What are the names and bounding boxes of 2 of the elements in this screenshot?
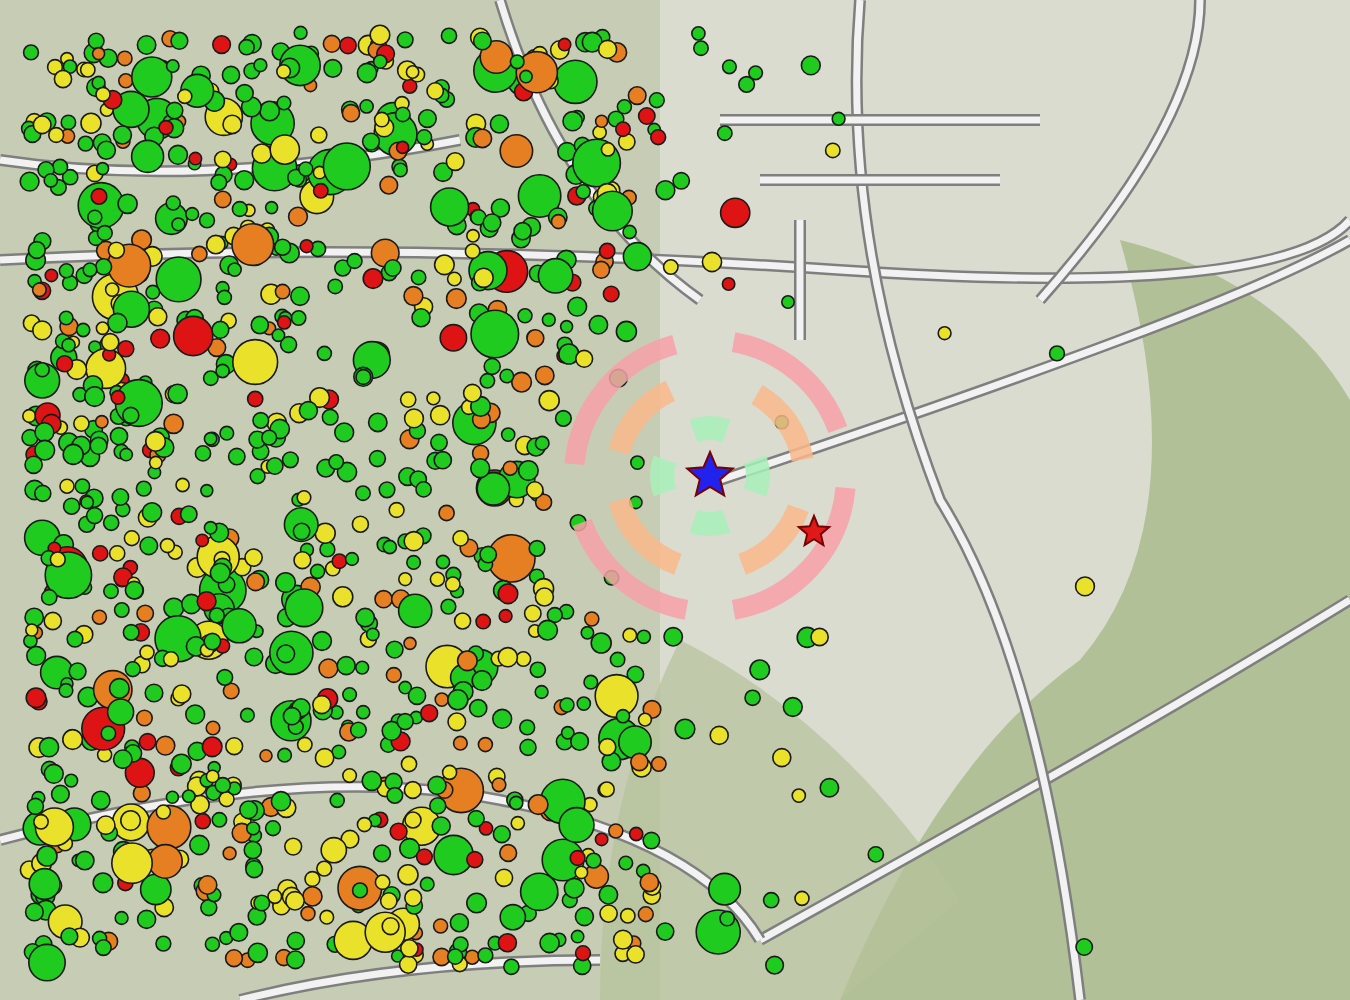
epicenter-star-icon [684,449,736,498]
star-icon [796,513,832,548]
